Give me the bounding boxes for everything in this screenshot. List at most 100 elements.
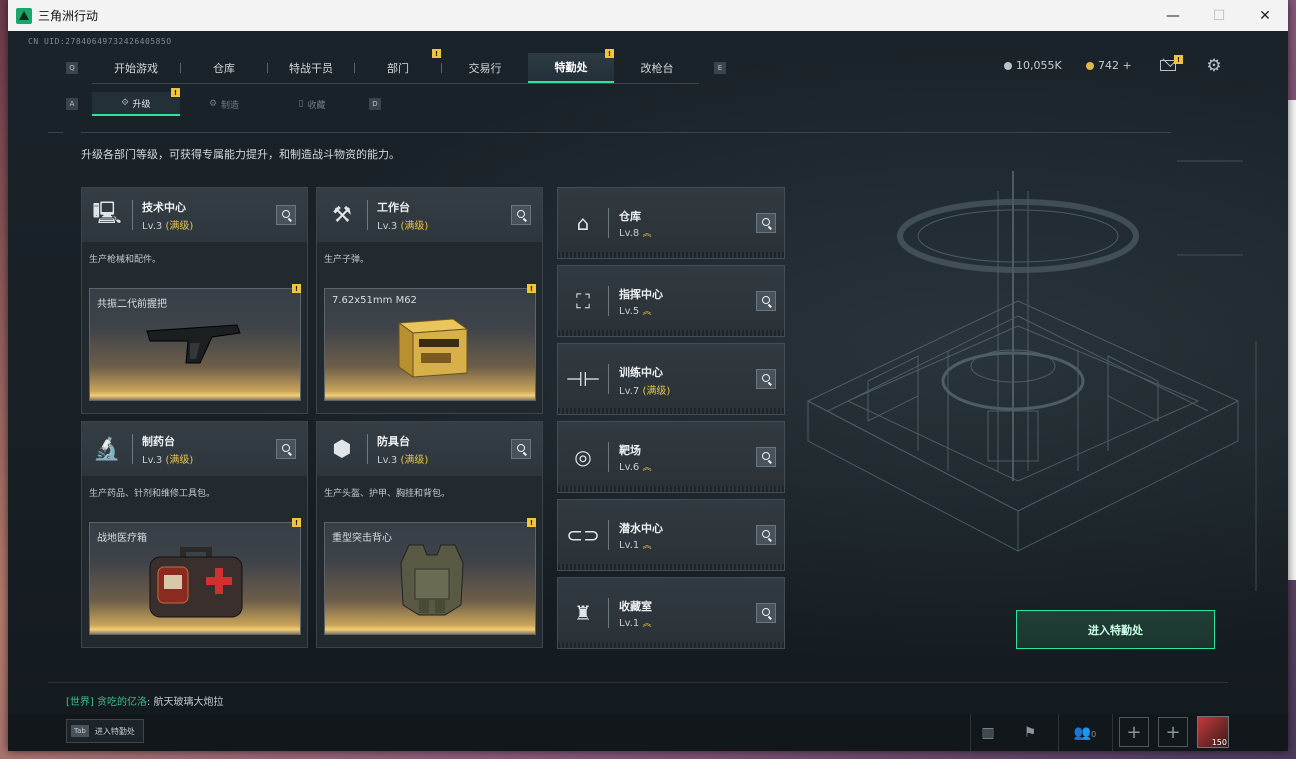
- subtab-collection[interactable]: ▯ 收藏: [268, 92, 356, 116]
- room-card-training-center[interactable]: ⊣⊢ 训练中心 Lv.7 (满级): [557, 343, 785, 415]
- nav-next-key[interactable]: E: [714, 62, 726, 74]
- search-icon[interactable]: [756, 525, 776, 545]
- workshop-level: Lv.3 (满级): [142, 455, 194, 466]
- tab-trading[interactable]: 交易行: [442, 53, 528, 83]
- tab-label: 改枪台: [640, 62, 674, 75]
- avatar[interactable]: 150: [1197, 716, 1229, 748]
- gear-icon[interactable]: ⚙: [1204, 56, 1224, 76]
- chat-text: : 航天玻璃大炮拉: [147, 697, 224, 708]
- game-window: 三角洲行动 — ☐ ✕ CN UID:2784064973242640585O: [8, 0, 1288, 751]
- stats-icon[interactable]: ▥: [978, 723, 998, 743]
- divider: [1058, 714, 1059, 751]
- upgrade-arrow-icon: ︽: [642, 307, 652, 317]
- search-icon[interactable]: [756, 447, 776, 467]
- workshop-card-workbench[interactable]: ⚒ 工作台 Lv.3 (满级) 生产子弹。 7.62x51mm M62 !: [316, 187, 543, 414]
- tab-department[interactable]: 部门 !: [355, 49, 441, 83]
- product-slot[interactable]: 重型突击背心 !: [324, 518, 536, 635]
- avatar-level: 150: [1211, 738, 1227, 747]
- divider: [970, 714, 971, 751]
- workshop-name: 防具台: [377, 435, 410, 448]
- product-slot[interactable]: 7.62x51mm M62 !: [324, 284, 536, 401]
- maximize-button[interactable]: ☐: [1196, 0, 1242, 31]
- search-icon[interactable]: [276, 439, 296, 459]
- silver-currency[interactable]: 10,055K: [1004, 59, 1062, 72]
- notification-badge: !: [292, 284, 301, 293]
- subtab-upgrade[interactable]: ⟐ 升级 !: [92, 88, 180, 116]
- tab-start-game[interactable]: 开始游戏: [92, 53, 180, 83]
- silver-coin-icon: [1004, 61, 1012, 70]
- subtab-label: 升级: [132, 99, 151, 110]
- room-level: Lv.1 ︽: [619, 618, 652, 629]
- tab-operators[interactable]: 特战干员: [268, 53, 354, 83]
- upgrade-arrow-icon: ︽: [642, 619, 652, 629]
- title-bar: 三角洲行动 — ☐ ✕: [8, 0, 1288, 31]
- chat-user: 贪吃的亿洛: [97, 697, 147, 708]
- divider: [48, 132, 63, 133]
- command-icon: ⛶: [576, 289, 590, 313]
- room-name: 仓库: [619, 210, 641, 223]
- room-card-shooting-range[interactable]: ◎ 靶场 Lv.6 ︽: [557, 421, 785, 493]
- tab-gunsmith[interactable]: 改枪台: [614, 53, 700, 83]
- target-icon: ◎: [574, 445, 592, 469]
- medkit-image: [149, 547, 243, 618]
- product-slot[interactable]: 战地医疗箱 !: [89, 518, 301, 635]
- room-card-command-center[interactable]: ⛶ 指挥中心 Lv.5 ︽: [557, 265, 785, 337]
- upgrade-arrow-icon: ︽: [642, 463, 652, 473]
- base-wireframe-model: [806, 160, 1257, 591]
- close-button[interactable]: ✕: [1242, 0, 1288, 31]
- tab-label: 部门: [387, 62, 409, 75]
- subnav-next-key[interactable]: D: [369, 98, 381, 110]
- notification-badge: !: [432, 49, 441, 58]
- key-label: Tab: [71, 725, 89, 737]
- gold-amount: 742 +: [1098, 59, 1132, 72]
- search-icon[interactable]: [756, 213, 776, 233]
- room-level: Lv.7 (满级): [619, 386, 671, 397]
- collection-icon: ▯: [298, 99, 304, 109]
- search-icon[interactable]: [756, 291, 776, 311]
- friends-icon[interactable]: 👥0: [1068, 723, 1102, 743]
- workshop-level: Lv.3 (满级): [377, 221, 429, 232]
- search-icon[interactable]: [511, 205, 531, 225]
- search-icon[interactable]: [756, 603, 776, 623]
- workshop-card-armor[interactable]: ⬢ 防具台 Lv.3 (满级) 生产头盔、护甲、胸挂和背包。 重型突击背心 !: [316, 421, 543, 648]
- room-name: 潜水中心: [619, 522, 663, 535]
- gold-currency[interactable]: 742 +: [1086, 59, 1132, 72]
- notification-badge: !: [527, 518, 536, 527]
- flag-icon[interactable]: ⚑: [1020, 723, 1040, 743]
- page-description: 升级各部门等级，可获得专属能力提升，和制造战斗物资的能力。: [81, 148, 400, 161]
- divider: [81, 132, 1171, 133]
- minimize-button[interactable]: —: [1150, 0, 1196, 31]
- room-card-warehouse[interactable]: ⌂ 仓库 Lv.8 ︽: [557, 187, 785, 259]
- silver-amount: 10,055K: [1016, 59, 1062, 72]
- product-slot[interactable]: 共振二代前握把 !: [89, 284, 301, 401]
- tab-key-hint[interactable]: Tab 进入特勤处: [66, 719, 144, 743]
- divider: [48, 682, 1228, 683]
- product-name: 共振二代前握把: [97, 299, 167, 310]
- search-icon[interactable]: [756, 369, 776, 389]
- warehouse-icon: ⌂: [576, 211, 590, 235]
- foregrip-image: [146, 324, 241, 364]
- chat-message[interactable]: [世界] 贪吃的亿洛: 航天玻璃大炮拉: [66, 693, 224, 708]
- workshop-card-pharmacy[interactable]: 🔬 制药台 Lv.3 (满级) 生产药品、针剂和维修工具包。 战地医疗箱 !: [81, 421, 308, 648]
- workshop-name: 制药台: [142, 435, 175, 448]
- tab-warehouse[interactable]: 仓库: [181, 53, 267, 83]
- divider: [1112, 714, 1113, 751]
- ammo-box-image: [397, 318, 469, 378]
- key-action: 进入特勤处: [94, 726, 135, 736]
- product-name: 战地医疗箱: [97, 533, 147, 544]
- room-card-collection-room[interactable]: ♜ 收藏室 Lv.1 ︽: [557, 577, 785, 649]
- search-icon[interactable]: [276, 205, 296, 225]
- tab-special-ops[interactable]: 特勤处 !: [528, 49, 614, 83]
- add-teammate-button[interactable]: +: [1158, 717, 1188, 747]
- workshop-level: Lv.3 (满级): [142, 221, 194, 232]
- room-level: Lv.5 ︽: [619, 306, 652, 317]
- add-teammate-button[interactable]: +: [1119, 717, 1149, 747]
- room-card-diving-center[interactable]: ⊂⊃ 潜水中心 Lv.1 ︽: [557, 499, 785, 571]
- subtab-craft[interactable]: ⚙ 制造: [180, 92, 268, 116]
- enter-special-ops-button[interactable]: 进入特勤处: [1016, 610, 1215, 649]
- workshop-level: Lv.3 (满级): [377, 455, 429, 466]
- nav-prev-key[interactable]: Q: [66, 62, 78, 74]
- subnav-prev-key[interactable]: A: [66, 98, 78, 110]
- workshop-card-tech-center[interactable]: 🖳 技术中心 Lv.3 (满级) 生产枪械和配件。 共振二代前握把 !: [81, 187, 308, 414]
- search-icon[interactable]: [511, 439, 531, 459]
